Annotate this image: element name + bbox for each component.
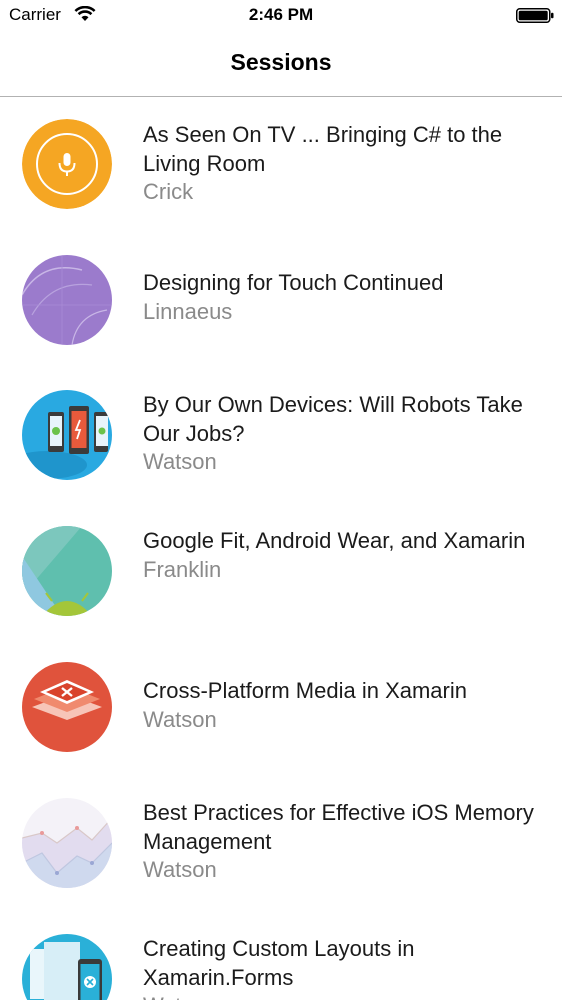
custom-layouts-thumbnail (22, 934, 112, 1000)
session-speaker: Franklin (143, 556, 222, 582)
battery-full-icon (516, 8, 554, 23)
session-speaker: Watson (143, 449, 217, 474)
microphone-icon (22, 119, 112, 209)
session-title: By Our Own Devices: Will Robots Take Our… (143, 392, 523, 446)
status-bar: Carrier 2:46 PM (0, 0, 562, 32)
session-title: Designing for Touch Continued (143, 270, 444, 295)
session-text: By Our Own Devices: Will Robots Take Our… (143, 391, 543, 477)
session-title: Google Fit, Android Wear, and Xamarin (143, 528, 526, 553)
navigation-bar: Sessions (0, 32, 562, 97)
session-row[interactable]: Designing for Touch Continued Linnaeus (0, 233, 562, 369)
session-list[interactable]: As Seen On TV ... Bringing C# to the Liv… (0, 97, 562, 1000)
session-row[interactable]: Best Practices for Effective iOS Memory … (0, 777, 562, 913)
session-speaker: Watson (143, 857, 217, 882)
session-speaker: Watson (143, 992, 543, 1000)
purple-abstract-thumbnail (22, 255, 112, 345)
session-title: Cross-Platform Media in Xamarin (143, 678, 467, 703)
session-title: As Seen On TV ... Bringing C# to the Liv… (143, 122, 503, 176)
session-speaker: Watson (143, 706, 217, 732)
session-row[interactable]: By Our Own Devices: Will Robots Take Our… (0, 369, 562, 505)
page-title: Sessions (230, 49, 332, 75)
session-text: Best Practices for Effective iOS Memory … (143, 799, 543, 885)
session-speaker: Crick (143, 179, 194, 204)
session-text: Designing for Touch Continued Linnaeus (143, 269, 543, 326)
session-text: Google Fit, Android Wear, and Xamarin Fr… (143, 527, 543, 584)
session-row[interactable]: Google Fit, Android Wear, and Xamarin Fr… (0, 505, 562, 641)
phones-thumbnail (22, 390, 112, 480)
session-title: Best Practices for Effective iOS Memory … (143, 800, 534, 854)
memory-graph-thumbnail (22, 798, 112, 888)
status-time: 2:46 PM (248, 5, 314, 24)
session-row[interactable]: As Seen On TV ... Bringing C# to the Liv… (0, 97, 562, 233)
xamarin-layers-thumbnail (22, 662, 112, 752)
session-row[interactable]: Cross-Platform Media in Xamarin Watson (0, 641, 562, 777)
session-title: Creating Custom Layouts in Xamarin.Forms (143, 936, 415, 990)
android-thumbnail (22, 526, 112, 616)
session-text: Creating Custom Layouts in Xamarin.Forms… (143, 935, 543, 1000)
session-text: Cross-Platform Media in Xamarin Watson (143, 677, 543, 734)
session-speaker: Linnaeus (143, 298, 233, 324)
session-row[interactable]: Creating Custom Layouts in Xamarin.Forms… (0, 913, 562, 1000)
session-text: As Seen On TV ... Bringing C# to the Liv… (143, 121, 543, 207)
